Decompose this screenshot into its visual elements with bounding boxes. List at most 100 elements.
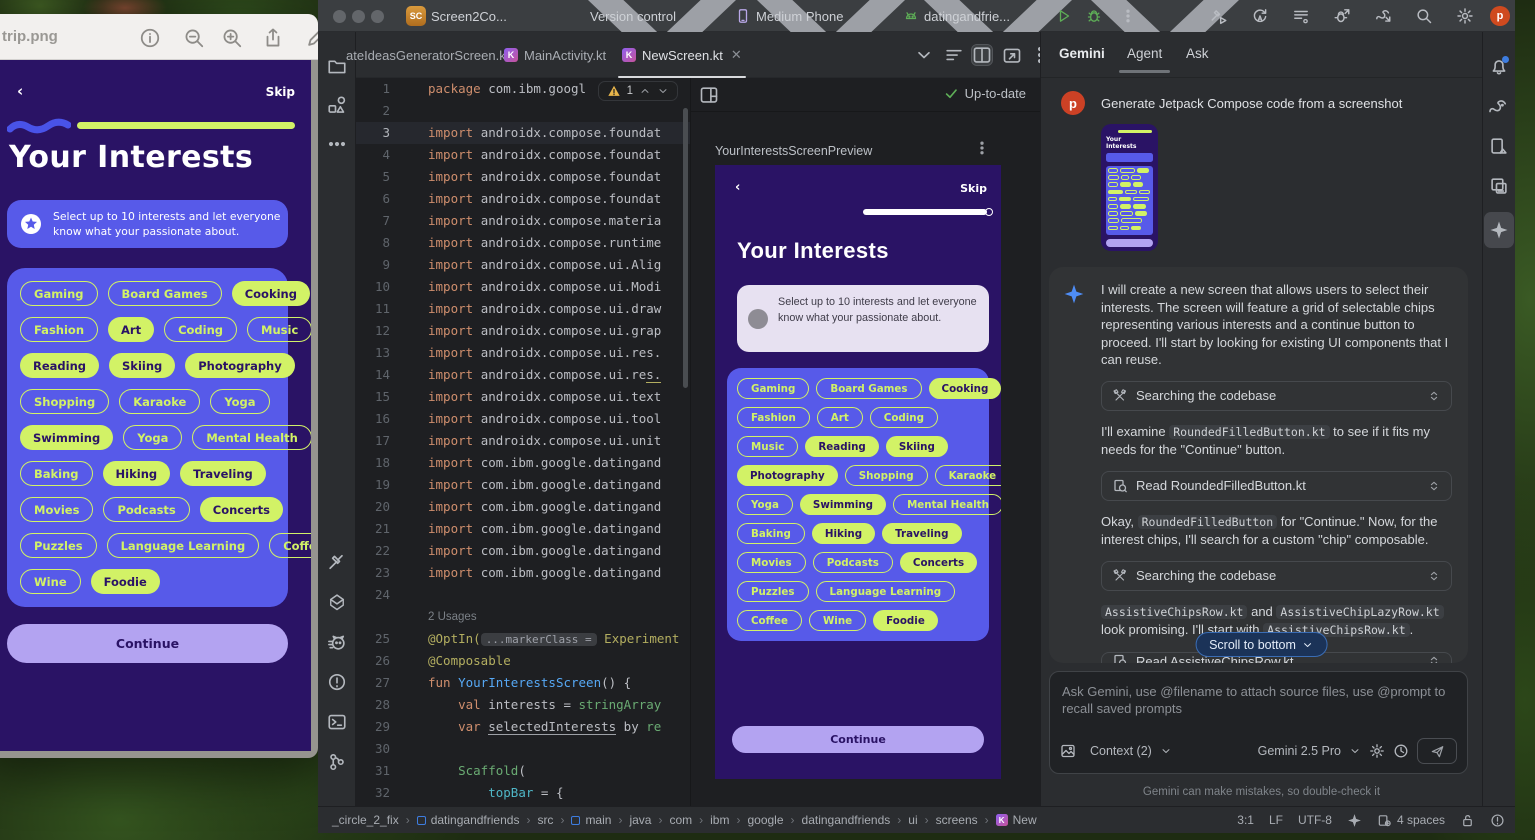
code-line-24[interactable]: 24	[356, 584, 690, 606]
code-line-6[interactable]: 6import androidx.compose.foundat	[356, 188, 690, 210]
code-line-10[interactable]: 10import androidx.compose.ui.Modi	[356, 276, 690, 298]
zoom-out-icon[interactable]	[183, 27, 205, 49]
code-line-15[interactable]: 15import androidx.compose.ui.text	[356, 386, 690, 408]
encoding[interactable]: UTF-8	[1298, 813, 1332, 827]
zoom-in-icon[interactable]	[221, 27, 243, 49]
attached-screenshot-thumbnail[interactable]: Your Interests	[1101, 124, 1158, 251]
device-manager-icon[interactable]	[1489, 136, 1509, 156]
send-button[interactable]	[1417, 738, 1457, 764]
code-line-30[interactable]: 30	[356, 738, 690, 760]
line-number[interactable]: 15	[356, 386, 404, 408]
logcat-icon[interactable]	[327, 632, 347, 652]
markup-icon[interactable]	[305, 27, 318, 49]
breadcrumb-java[interactable]: java	[629, 813, 651, 827]
expand-collapse-icon[interactable]	[1427, 479, 1441, 493]
line-number[interactable]: 20	[356, 496, 404, 518]
code-line-18[interactable]: 18import com.ibm.google.datingand	[356, 452, 690, 474]
code-line-14[interactable]: 14import androidx.compose.ui.res.	[356, 364, 690, 386]
inspections-icon[interactable]	[1490, 813, 1505, 828]
scroll-to-bottom-button[interactable]: Scroll to bottom	[1195, 632, 1328, 657]
caret-position[interactable]: 3:1	[1237, 813, 1254, 827]
search-everywhere-icon[interactable]	[1415, 7, 1433, 25]
line-number[interactable]: 24	[356, 584, 404, 606]
breadcrumb-screens[interactable]: screens	[936, 813, 978, 827]
breadcrumb-ui[interactable]: ui	[908, 813, 917, 827]
line-number[interactable]: 17	[356, 430, 404, 452]
code-line-4[interactable]: 4import androidx.compose.foundat	[356, 144, 690, 166]
tab-agent[interactable]: Agent	[1127, 46, 1162, 61]
editor-tab-newscreen-kt[interactable]: KNewScreen.kt✕	[622, 32, 742, 78]
editor-scrollbar[interactable]	[683, 108, 688, 388]
line-number[interactable]: 3	[356, 122, 404, 144]
usages-inlay-hint[interactable]: 2 Usages	[356, 606, 690, 628]
todo-list-icon[interactable]	[1292, 7, 1310, 25]
prev-problem-icon[interactable]	[639, 85, 651, 97]
code-line-11[interactable]: 11import androidx.compose.ui.draw	[356, 298, 690, 320]
more-run-options-button[interactable]	[1120, 0, 1136, 32]
line-number[interactable]: 7	[356, 210, 404, 232]
code-line-5[interactable]: 5import androidx.compose.foundat	[356, 166, 690, 188]
breadcrumb-com[interactable]: com	[669, 813, 692, 827]
gemini-input-box[interactable]: Ask Gemini, use @filename to attach sour…	[1049, 671, 1468, 774]
sort-lines-icon[interactable]	[944, 45, 964, 65]
expand-collapse-icon[interactable]	[1427, 654, 1441, 663]
terminal-icon[interactable]	[327, 712, 347, 732]
code-line-3[interactable]: 3import androidx.compose.foundat	[356, 122, 690, 144]
code-line-17[interactable]: 17import androidx.compose.ui.unit	[356, 430, 690, 452]
line-number[interactable]: 21	[356, 518, 404, 540]
code-line-31[interactable]: 31 Scaffold(	[356, 760, 690, 782]
breadcrumb-google[interactable]: google	[747, 813, 783, 827]
line-number[interactable]: 28	[356, 694, 404, 716]
breadcrumb-_circle_2_fix[interactable]: _circle_2_fix	[332, 813, 399, 827]
ide-titlebar[interactable]: SC Screen2Co... Version control Medium P…	[318, 0, 1515, 32]
notifications-icon[interactable]	[1489, 56, 1509, 76]
attach-image-icon[interactable]	[1060, 743, 1076, 759]
editor-tab-mainactivity-kt[interactable]: KMainActivity.kt	[504, 32, 606, 78]
window-zoom-button[interactable]	[371, 10, 384, 23]
gemini-star-icon[interactable]	[1484, 212, 1514, 248]
open-in-window-icon[interactable]	[1002, 45, 1022, 65]
tool-call-searching-the-codebase[interactable]: Searching the codebase	[1101, 561, 1452, 591]
line-number[interactable]: 19	[356, 474, 404, 496]
run-button[interactable]	[1056, 0, 1072, 32]
app-inspection-icon[interactable]	[327, 592, 347, 612]
line-number[interactable]: 31	[356, 760, 404, 782]
code-line-13[interactable]: 13import androidx.compose.ui.res.	[356, 342, 690, 364]
code-line-7[interactable]: 7import androidx.compose.materia	[356, 210, 690, 232]
code-line-19[interactable]: 19import com.ibm.google.datingand	[356, 474, 690, 496]
line-number[interactable]: 26	[356, 650, 404, 672]
line-number[interactable]: 18	[356, 452, 404, 474]
share-icon[interactable]	[262, 27, 284, 49]
window-close-button[interactable]	[333, 10, 346, 23]
code-editor[interactable]: 1package com.ibm.googl23import androidx.…	[356, 78, 690, 806]
code-line-32[interactable]: 32 topBar = {	[356, 782, 690, 804]
inspections-widget[interactable]: 1	[598, 81, 678, 101]
line-number[interactable]: 10	[356, 276, 404, 298]
code-line-16[interactable]: 16import androidx.compose.ui.tool	[356, 408, 690, 430]
tab-list-chevron-icon[interactable]	[914, 45, 934, 65]
line-number[interactable]: 14	[356, 364, 404, 386]
breadcrumb-ibm[interactable]: ibm	[710, 813, 729, 827]
code-line-2[interactable]: 2	[356, 100, 690, 122]
tab-close-icon[interactable]: ✕	[731, 47, 742, 63]
line-number[interactable]: 29	[356, 716, 404, 738]
breadcrumb-src[interactable]: src	[537, 813, 553, 827]
line-number[interactable]: 8	[356, 232, 404, 254]
model-selector[interactable]: Gemini 2.5 Pro	[1258, 744, 1341, 758]
code-line-23[interactable]: 23import com.ibm.google.datingand	[356, 562, 690, 584]
line-number[interactable]: 30	[356, 738, 404, 760]
line-number[interactable]: 9	[356, 254, 404, 276]
line-number[interactable]: 27	[356, 672, 404, 694]
code-line-22[interactable]: 22import com.ibm.google.datingand	[356, 540, 690, 562]
line-number[interactable]: 22	[356, 540, 404, 562]
split-editor-icon[interactable]	[972, 45, 992, 65]
line-number[interactable]: 25	[356, 628, 404, 650]
next-problem-icon[interactable]	[657, 85, 669, 97]
code-line-9[interactable]: 9import androidx.compose.ui.Alig	[356, 254, 690, 276]
breadcrumb-datingandfriends[interactable]: datingandfriends	[417, 813, 520, 827]
line-number[interactable]: 5	[356, 166, 404, 188]
attach-debugger-icon[interactable]	[1333, 7, 1351, 25]
breadcrumb-datingandfriends[interactable]: datingandfriends	[802, 813, 891, 827]
code-line-29[interactable]: 29 var selectedInterests by re	[356, 716, 690, 738]
profile-button[interactable]: p	[1490, 0, 1510, 32]
